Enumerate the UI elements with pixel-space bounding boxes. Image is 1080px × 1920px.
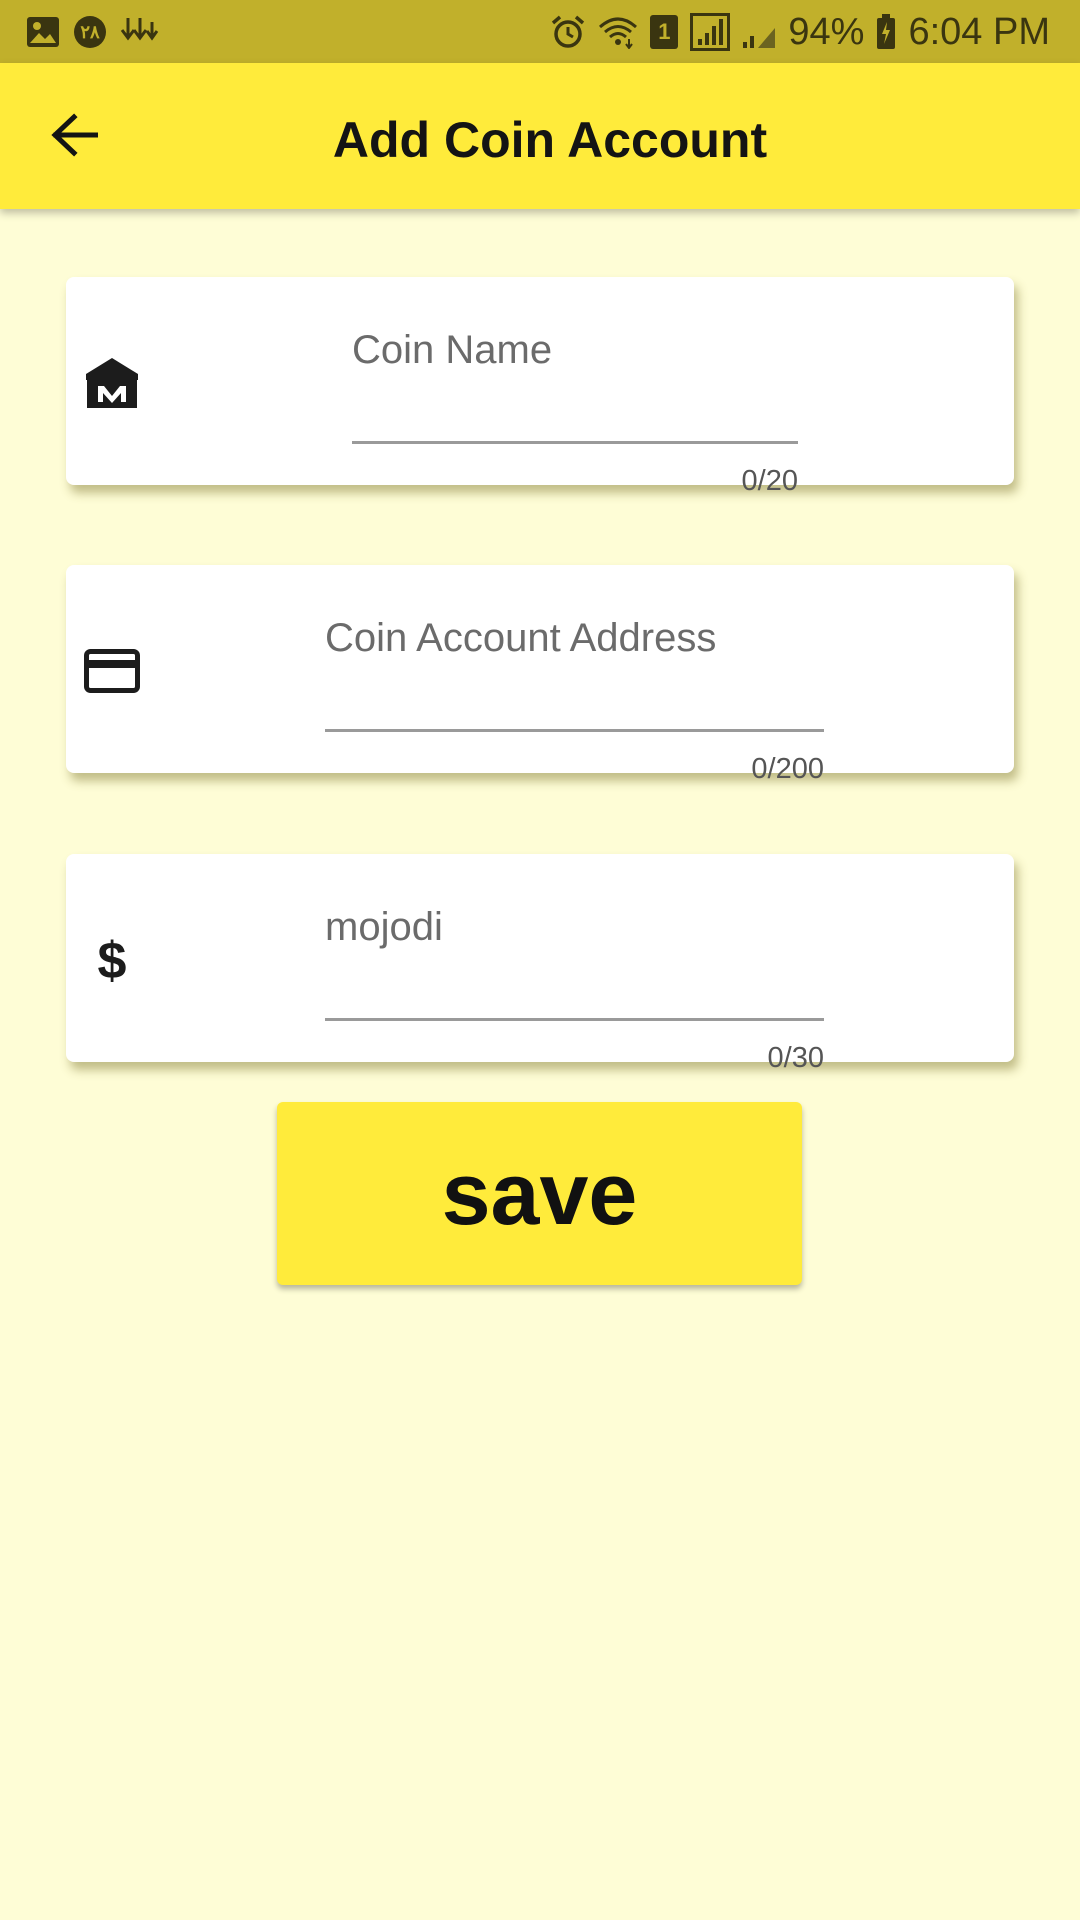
coin-address-input[interactable]: [325, 593, 824, 683]
svg-text:$: $: [98, 932, 127, 988]
coin-address-counter: 0/200: [751, 753, 824, 785]
credit-card-icon: [82, 641, 142, 701]
coin-name-card: 0/20: [66, 277, 1014, 497]
coin-address-card: 0/200: [66, 565, 1014, 785]
clock: 6:04 PM: [908, 11, 1050, 53]
coin-address-field: 0/200: [325, 593, 824, 793]
mojodi-counter: 0/30: [767, 1042, 824, 1074]
mojodi-field: 0/30: [325, 882, 824, 1082]
status-bar: ۲۸ 1 94% 6:04 PM: [0, 0, 1080, 63]
mojodi-input[interactable]: [325, 882, 824, 972]
coin-name-counter: 0/20: [741, 465, 798, 497]
mojodi-underline: [325, 1018, 824, 1021]
status-bar-left: ۲۸: [26, 12, 160, 52]
page-title: Add Coin Account: [332, 112, 768, 168]
signal-icon: [690, 13, 731, 51]
coin-name-input[interactable]: [352, 305, 798, 395]
image-icon: [26, 16, 60, 48]
coin-name-underline: [352, 441, 798, 444]
battery-charging-icon: [876, 14, 896, 50]
app-bar: Add Coin Account: [0, 63, 1080, 209]
alarm-icon: [550, 14, 586, 50]
battery-percent: 94%: [788, 11, 865, 53]
bank-icon: [82, 353, 142, 413]
download-icon: [120, 16, 160, 48]
mojodi-card: $ 0/30: [66, 854, 1014, 1074]
notification-badge-icon: ۲۸: [74, 16, 106, 48]
save-button[interactable]: save: [277, 1102, 802, 1285]
sim-icon: 1: [650, 15, 679, 49]
coin-address-underline: [325, 729, 824, 732]
sim-number: 1: [658, 19, 671, 44]
signal-icon: [742, 14, 776, 50]
dollar-icon: $: [82, 930, 142, 990]
coin-name-field: 0/20: [352, 305, 798, 505]
status-bar-right: 1 94% 6:04 PM: [550, 12, 1050, 52]
wifi-icon: [598, 15, 638, 49]
